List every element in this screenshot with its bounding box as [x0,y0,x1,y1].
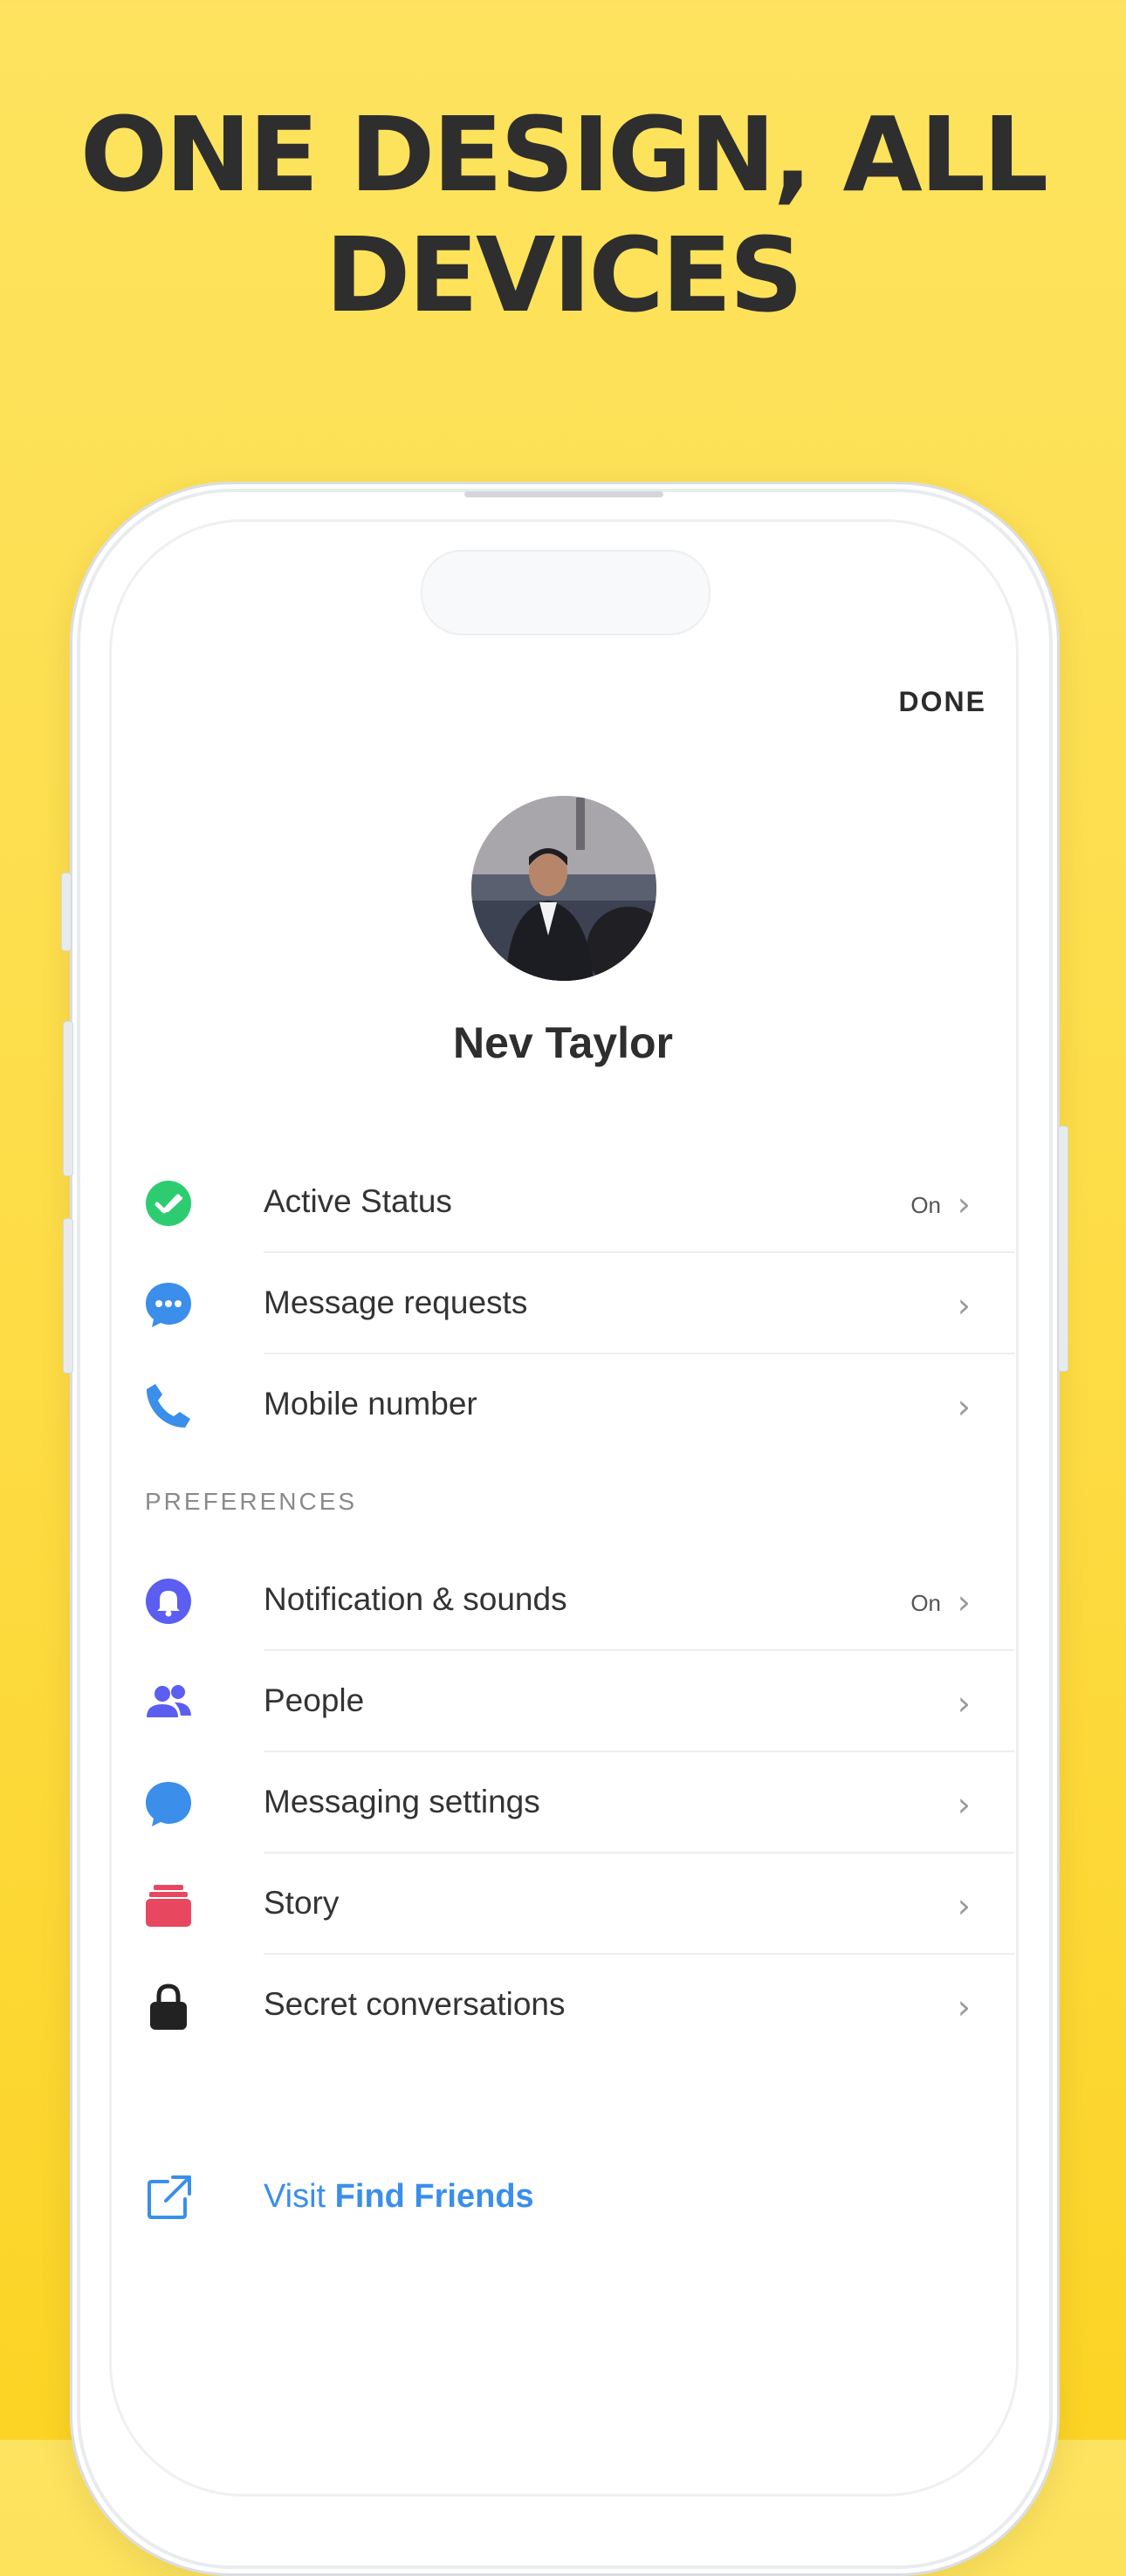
messaging-settings-label: Messaging settings [264,1784,540,1819]
people-icon [147,1685,191,1717]
notifications-value: On [910,1590,941,1616]
visit-label: Visit Find Friends [264,2178,534,2216]
phone-power-button [1058,1126,1068,1372]
visit-prefix: Visit [264,2178,335,2215]
settings-row-mobile-number[interactable]: Mobile number › [112,1354,1014,1456]
chevron-right-icon: › [957,1988,971,2026]
done-button[interactable]: DONE [899,686,986,718]
settings-row-notifications[interactable]: Notification & sounds On › [112,1550,1014,1651]
chevron-right-icon: › [957,1286,971,1325]
phone-side-button [61,873,72,951]
chevron-right-icon: › [957,1887,971,1925]
check-circle-icon [146,1181,191,1226]
settings-row-messaging-settings[interactable]: Messaging settings › [112,1752,1014,1853]
find-friends-link-text[interactable]: Find Friends [335,2178,534,2215]
headline: ONE DESIGN, ALL DEVICES [0,94,1126,335]
settings-row-people[interactable]: People › [112,1651,1014,1752]
avatar[interactable] [471,796,656,981]
visit-find-friends-link[interactable]: Visit Find Friends [112,2154,1014,2241]
secret-conversations-label: Secret conversations [264,1986,566,2022]
headline-line-2: DEVICES [325,215,804,335]
phone-volume-down-button [63,1218,73,1374]
chevron-right-icon: › [957,1583,971,1621]
external-link-icon [148,2175,191,2219]
profile-name: Nev Taylor [453,1018,673,1067]
headline-line-1: ONE DESIGN, ALL [79,94,1048,215]
settings-row-active-status[interactable]: Active Status On › [112,1152,1014,1253]
phone-icon [147,1384,190,1428]
settings-row-secret-conversations[interactable]: Secret conversations › [112,1955,1014,2056]
chevron-right-icon: › [957,1185,971,1223]
lock-icon [150,1983,187,2030]
message-requests-label: Message requests [264,1285,528,1320]
chevron-right-icon: › [957,1684,971,1723]
dynamic-island [421,550,711,635]
section-title-preferences: PREFERENCES [145,1488,358,1515]
story-label: Story [264,1885,340,1921]
bell-icon [146,1579,191,1624]
people-label: People [264,1682,365,1718]
active-status-label: Active Status [264,1183,452,1219]
active-status-value: On [910,1192,941,1218]
chevron-right-icon: › [957,1785,971,1824]
settings-row-message-requests[interactable]: Message requests › [112,1253,1014,1354]
chevron-right-icon: › [957,1387,971,1426]
stack-icon [146,1885,191,1927]
avatar-photo [471,796,656,981]
chat-bubble-icon [146,1782,191,1826]
phone-top-bar [464,491,663,497]
chat-bubble-dots-icon [146,1283,191,1327]
mobile-number-label: Mobile number [264,1386,477,1422]
settings-row-story[interactable]: Story › [112,1853,1014,1955]
notifications-label: Notification & sounds [264,1581,567,1617]
